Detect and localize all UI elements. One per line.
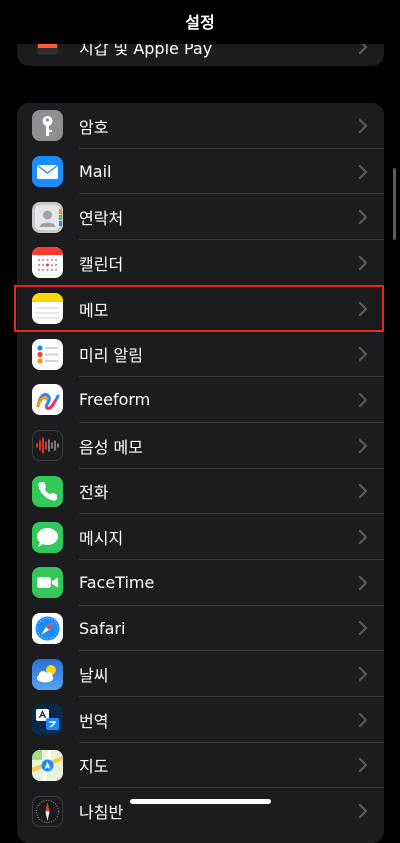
freeform-icon (32, 384, 63, 416)
scrollbar[interactable] (393, 168, 396, 240)
chevron-right-icon (359, 484, 367, 499)
chevron-right-icon (359, 575, 367, 590)
settings-row-mail[interactable]: Mail (17, 149, 384, 195)
weather-icon (32, 658, 63, 690)
settings-row-label: Mail (79, 162, 112, 182)
maps-icon (32, 749, 63, 781)
settings-row-label: 연락처 (79, 209, 124, 229)
settings-row-translate[interactable]: 번역 (17, 697, 384, 743)
settings-row-facetime[interactable]: FaceTime (17, 560, 384, 606)
settings-row-contacts[interactable]: 연락처 (17, 194, 384, 241)
settings-row-label: 메모 (79, 300, 109, 320)
safari-icon (32, 612, 63, 644)
mail-icon (32, 156, 63, 188)
chevron-right-icon (359, 347, 367, 362)
settings-row-label: Safari (79, 618, 126, 638)
chevron-right-icon (359, 667, 367, 682)
settings-row-weather[interactable]: 날씨 (17, 651, 384, 697)
facetime-icon (32, 567, 63, 599)
voice-memos-icon (32, 430, 63, 462)
settings-row-label: 지도 (79, 757, 109, 777)
settings-row-compass[interactable]: 나침반 (17, 788, 384, 834)
settings-row-label: 날씨 (79, 666, 109, 686)
settings-row-voice-memos[interactable]: 음성 메모 (17, 423, 384, 469)
settings-row-notes[interactable]: 메모 (17, 286, 384, 332)
home-indicator[interactable] (130, 799, 271, 804)
settings-row-label: 미리 알림 (79, 346, 143, 366)
chevron-right-icon (359, 621, 367, 636)
chevron-right-icon (359, 118, 367, 133)
settings-row-phone[interactable]: 전화 (17, 469, 384, 515)
compass-icon (32, 795, 63, 827)
settings-row-calendar[interactable]: 캘린더 (17, 240, 384, 286)
settings-row-freeform[interactable]: Freeform (17, 377, 384, 423)
chevron-right-icon (359, 210, 367, 225)
calendar-icon (32, 247, 63, 279)
settings-row-label: 나침반 (79, 803, 124, 823)
settings-row-maps[interactable]: 지도 (17, 743, 384, 789)
page-title: 설정 (185, 13, 215, 32)
phone-icon (32, 475, 63, 507)
chevron-right-icon (359, 255, 367, 270)
reminders-icon (32, 338, 63, 370)
chevron-right-icon (359, 164, 367, 179)
settings-row-safari[interactable]: Safari (17, 606, 384, 652)
chevron-right-icon (359, 438, 367, 453)
chevron-right-icon (359, 804, 367, 819)
settings-row-label: 음성 메모 (79, 437, 143, 457)
chevron-right-icon (359, 301, 367, 316)
settings-row-reminders[interactable]: 미리 알림 (17, 331, 384, 378)
settings-row-label: 전화 (79, 483, 109, 503)
settings-row-label: 메시지 (79, 529, 124, 549)
settings-row-label: 암호 (79, 117, 109, 137)
settings-row-messages[interactable]: 메시지 (17, 514, 384, 560)
chevron-right-icon (359, 712, 367, 727)
notes-icon (32, 293, 63, 325)
chevron-right-icon (359, 758, 367, 773)
settings-row-passwords[interactable]: 암호 (17, 103, 384, 149)
messages-icon (32, 521, 63, 553)
chevron-right-icon (359, 392, 367, 407)
settings-row-label: 캘린더 (79, 254, 124, 274)
settings-row-label: 번역 (79, 711, 109, 731)
apps-settings-group: 암호 Mail 연락처 캘린더 메모 미리 알림 Freeform 음성 메모 … (17, 103, 384, 843)
chevron-right-icon (359, 530, 367, 545)
contacts-icon (32, 201, 63, 233)
settings-row-label: Freeform (79, 390, 151, 410)
translate-icon (32, 704, 63, 736)
key-icon (32, 110, 63, 142)
settings-row-label: FaceTime (79, 573, 155, 593)
navigation-bar: 설정 (0, 0, 400, 44)
